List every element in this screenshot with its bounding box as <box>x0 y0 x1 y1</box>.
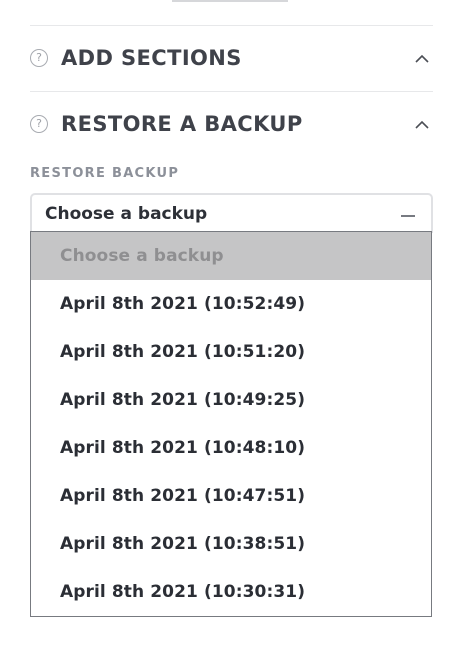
minus-icon[interactable] <box>401 214 415 217</box>
section-title: ADD SECTIONS <box>61 46 242 70</box>
section-title: RESTORE A BACKUP <box>61 112 303 136</box>
dropdown-option-backup[interactable]: April 8th 2021 (10:49:25) <box>31 376 431 424</box>
section-divider <box>30 91 433 92</box>
section-restore-backup[interactable]: ? RESTORE A BACKUP <box>30 105 434 143</box>
chevron-up-icon[interactable] <box>410 112 434 136</box>
dropdown-option-backup[interactable]: April 8th 2021 (10:51:20) <box>31 328 431 376</box>
help-circle-icon[interactable]: ? <box>30 49 48 67</box>
restore-backup-label: RESTORE BACKUP <box>30 166 180 181</box>
dropdown-option-backup[interactable]: April 8th 2021 (10:52:49) <box>31 280 431 328</box>
chevron-up-icon[interactable] <box>410 46 434 70</box>
dropdown-option-placeholder[interactable]: Choose a backup <box>31 232 431 280</box>
dropdown-option-backup[interactable]: April 8th 2021 (10:48:10) <box>31 424 431 472</box>
dropdown-option-backup[interactable]: April 8th 2021 (10:38:51) <box>31 520 431 568</box>
dropdown-option-backup[interactable]: April 8th 2021 (10:30:31) <box>31 568 431 616</box>
section-add-sections[interactable]: ? ADD SECTIONS <box>30 39 434 77</box>
backup-select-value: Choose a backup <box>45 204 208 224</box>
backup-select[interactable]: Choose a backup <box>30 193 433 233</box>
top-tab-indicator <box>172 0 288 2</box>
dropdown-option-backup[interactable]: April 8th 2021 (10:47:51) <box>31 472 431 520</box>
section-divider <box>30 25 433 26</box>
help-circle-icon[interactable]: ? <box>30 115 48 133</box>
backup-dropdown-list: Choose a backup April 8th 2021 (10:52:49… <box>30 231 432 617</box>
